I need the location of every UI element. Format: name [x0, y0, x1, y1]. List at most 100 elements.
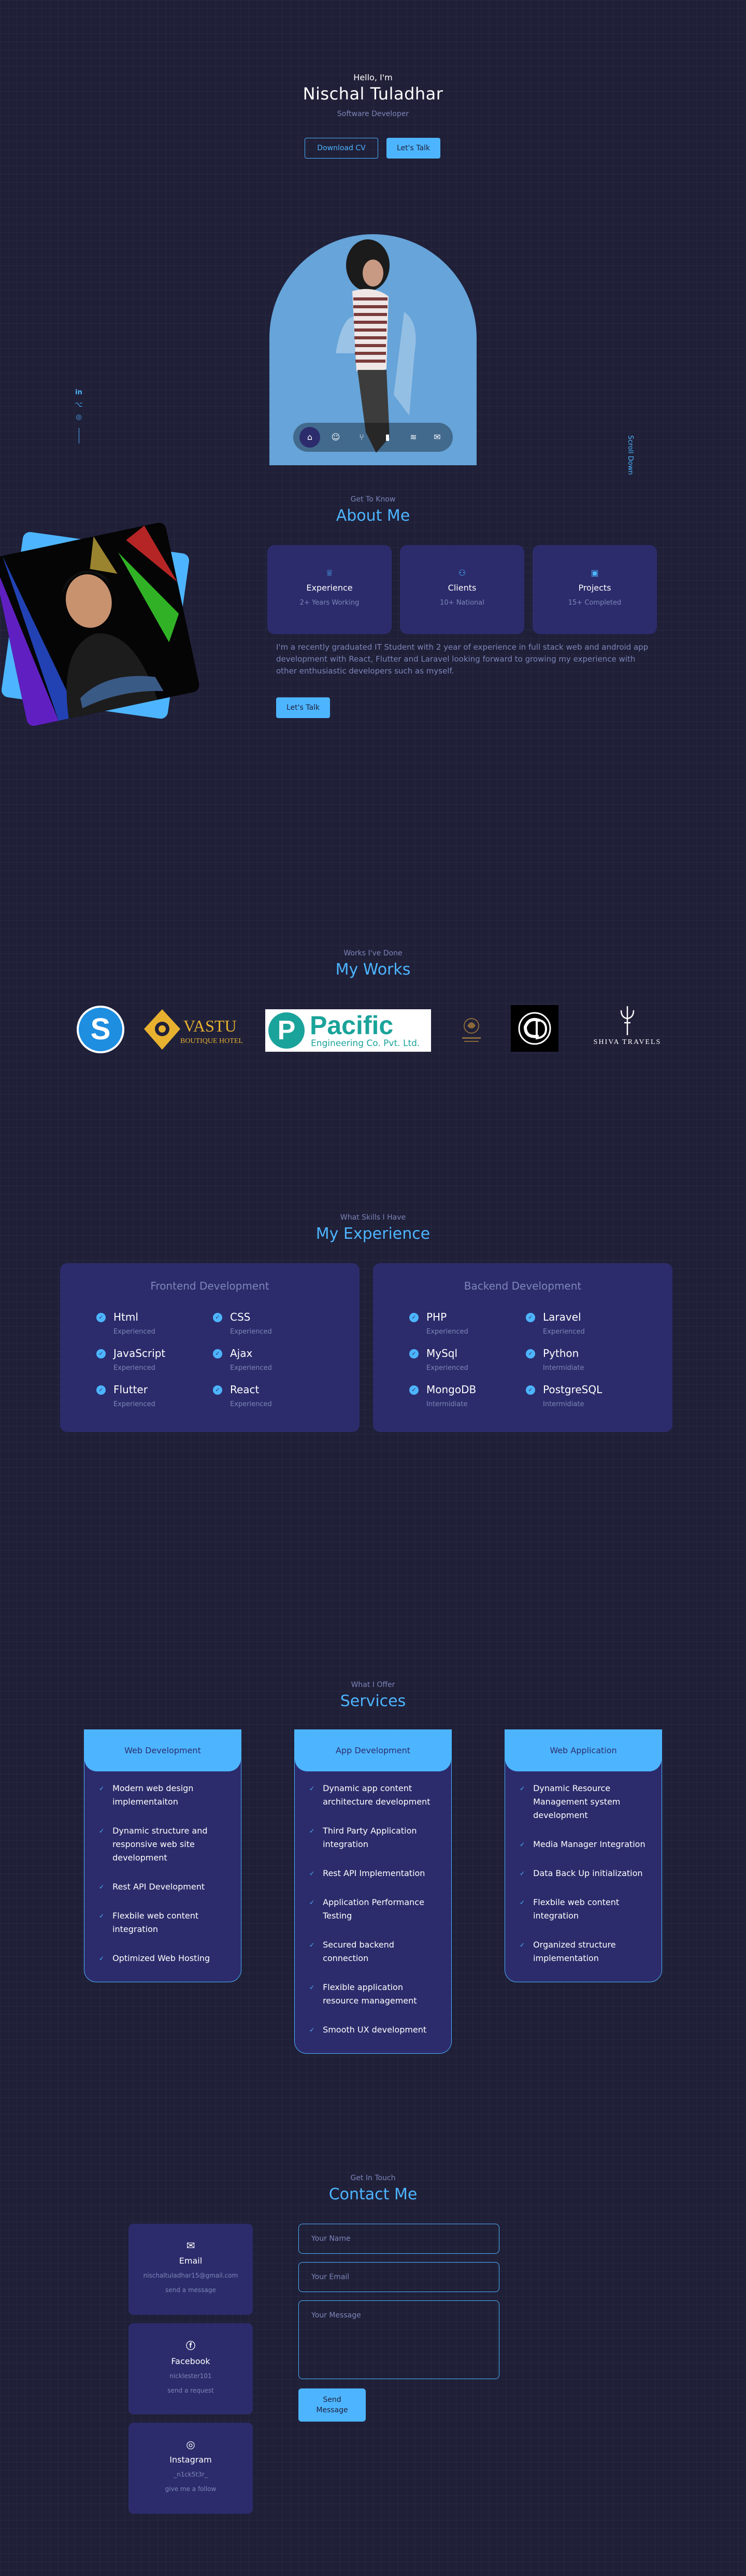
mail-icon: ✉ [186, 2239, 195, 2252]
check-icon: ✓ [309, 1785, 315, 1792]
service-item: ✓ Third Party Application integration [309, 1824, 439, 1851]
check-icon: ✓ [213, 1313, 222, 1322]
nav-home-icon[interactable]: ⌂ [299, 427, 320, 448]
cd-monogram-icon [518, 1012, 551, 1045]
contact-option-email[interactable]: ✉ Email nischaltuladhar15@gmail.com send… [128, 2224, 253, 2315]
service-title: Web Development [84, 1730, 241, 1771]
check-icon: ✓ [99, 1883, 105, 1891]
works-eyebrow: Works I've Done [343, 949, 403, 957]
service-item: ✓ Media Manager Integration [520, 1838, 649, 1851]
about-card-projects: ▣ Projects 15+ Completed [533, 545, 657, 634]
work-logo-s[interactable]: S [77, 1006, 124, 1053]
service-item: ✓ Optimized Web Hosting [99, 1952, 228, 1965]
service-item: ✓ Flexbile web content integration [99, 1909, 228, 1936]
works-title: My Works [335, 961, 411, 979]
contact-title: Contact Me [328, 2185, 418, 2203]
hero-role: Software Developer [337, 110, 409, 118]
crest-icon [462, 1018, 481, 1042]
check-icon: ✓ [96, 1349, 106, 1358]
vastu-emblem-icon [144, 1009, 180, 1050]
folder-icon: ▣ [591, 568, 599, 578]
facebook-icon: ⓕ [186, 2341, 195, 2352]
about-card-sub: 15+ Completed [568, 599, 622, 607]
check-icon: ✓ [309, 2026, 315, 2034]
check-icon: ✓ [213, 1349, 222, 1358]
check-icon: ✓ [99, 1912, 105, 1920]
name-input[interactable]: Your Name [298, 2224, 499, 2254]
scroll-down-link[interactable]: Scroll Down [626, 435, 634, 475]
work-logo-pacific[interactable]: P Pacific Engineering Co. Pvt. Ltd. [265, 1009, 431, 1052]
work-logo-crest[interactable] [456, 1012, 487, 1047]
about-title: About Me [336, 507, 410, 525]
download-cv-button[interactable]: Download CV [305, 138, 378, 159]
about-card-sub: 2+ Years Working [299, 599, 360, 607]
service-title: App Development [295, 1730, 451, 1771]
work-logo-shiva[interactable]: SHIVA TRAVELS [584, 1005, 670, 1052]
send-message-button[interactable]: Send Message [298, 2388, 366, 2422]
nav-works-icon[interactable]: ⑂ [351, 427, 372, 448]
instagram-icon: ◎ [186, 2438, 195, 2451]
check-icon: ✓ [213, 1385, 222, 1395]
frontend-card: Frontend Development ✓ Html Experienced ✓ C… [60, 1263, 360, 1432]
service-item: ✓ Smooth UX development [309, 2023, 439, 2037]
services-title: Services [340, 1692, 406, 1710]
lets-talk-button[interactable]: Let's Talk [386, 138, 440, 159]
work-logo-vastu[interactable]: VASTU BOUTIQUE HOTEL [143, 1008, 250, 1051]
floating-nav: ⌂ ☺ ⑂ ▮ ≋ ✉ [293, 423, 453, 452]
contact-option-value: _n1ck5t3r_ [174, 2471, 208, 2478]
nav-services-icon[interactable]: ≋ [403, 427, 424, 448]
about-card-clients: ⚇ Clients 10+ National [400, 545, 524, 634]
github-icon[interactable]: ⌥ [74, 401, 84, 413]
service-title: Web Application [505, 1730, 662, 1771]
contact-option-link[interactable]: send a request [128, 2387, 253, 2394]
contact-option-value: nicklester101 [169, 2372, 212, 2380]
check-icon: ✓ [309, 1870, 315, 1877]
service-item: ✓ Rest API Implementation [309, 1867, 439, 1880]
service-item: ✓ Flexbile web content integration [520, 1896, 649, 1923]
vastu-title: VASTU [183, 1017, 237, 1035]
service-item: ✓ Organized structure implementation [520, 1938, 649, 1965]
service-item: ✓ Data Back Up initialization [520, 1867, 649, 1880]
about-card-title: Projects [578, 583, 611, 593]
pacific-sub: Engineering Co. Pvt. Ltd. [311, 1038, 420, 1049]
work-logo-cd[interactable] [511, 1005, 558, 1052]
nav-about-icon[interactable]: ☺ [325, 427, 346, 448]
check-icon: ✓ [99, 1827, 105, 1835]
dribbble-icon[interactable]: ◎ [74, 413, 84, 426]
message-textarea[interactable]: Your Message [298, 2300, 499, 2379]
about-card-sub: 10+ National [440, 599, 484, 607]
contact-eyebrow: Get In Touch [350, 2174, 396, 2182]
service-card-web-development: Web Development ✓ Modern web design imple… [84, 1729, 241, 1982]
contact-option-link[interactable]: give me a follow [128, 2485, 253, 2493]
services-eyebrow: What I Offer [351, 1681, 395, 1689]
nav-contact-icon[interactable]: ✉ [427, 427, 448, 448]
contact-option-title: Facebook [171, 2356, 210, 2366]
check-icon: ✓ [96, 1313, 106, 1322]
backend-card: Backend Development ✓ PHP Experienced ✓ Lar… [373, 1263, 672, 1432]
contact-option-facebook[interactable]: ⓕ Facebook nicklester101 send a request [128, 2323, 253, 2414]
contact-option-link[interactable]: send a message [128, 2286, 253, 2294]
users-icon: ⚇ [458, 568, 466, 578]
contact-option-instagram[interactable]: ◎ Instagram _n1ck5t3r_ give me a follow [128, 2423, 253, 2514]
check-icon: ✓ [99, 1785, 105, 1792]
frontend-title: Frontend Development [150, 1280, 269, 1292]
check-icon: ✓ [526, 1385, 535, 1395]
about-lets-talk-button[interactable]: Let's Talk [276, 697, 330, 718]
linkedin-icon[interactable]: in [74, 389, 84, 401]
about-card-title: Experience [306, 583, 353, 593]
about-person-image [0, 521, 201, 727]
experience-title: My Experience [315, 1225, 431, 1243]
check-icon: ✓ [309, 1984, 315, 1991]
backend-title: Backend Development [464, 1280, 582, 1292]
award-icon: ♕ [325, 568, 334, 578]
contact-option-title: Instagram [169, 2455, 212, 2465]
nav-skills-icon[interactable]: ▮ [377, 427, 398, 448]
about-text: I'm a recently graduated IT Student with… [276, 642, 649, 676]
service-item: ✓ Rest API Development [99, 1880, 228, 1894]
experience-eyebrow: What Skills I Have [340, 1213, 406, 1222]
check-icon: ✓ [309, 1827, 315, 1835]
service-item: ✓ Dynamic Resource Management system deve… [520, 1782, 649, 1822]
email-input[interactable]: Your Email [298, 2262, 499, 2292]
check-icon: ✓ [520, 1785, 525, 1792]
check-icon: ✓ [309, 1941, 315, 1949]
